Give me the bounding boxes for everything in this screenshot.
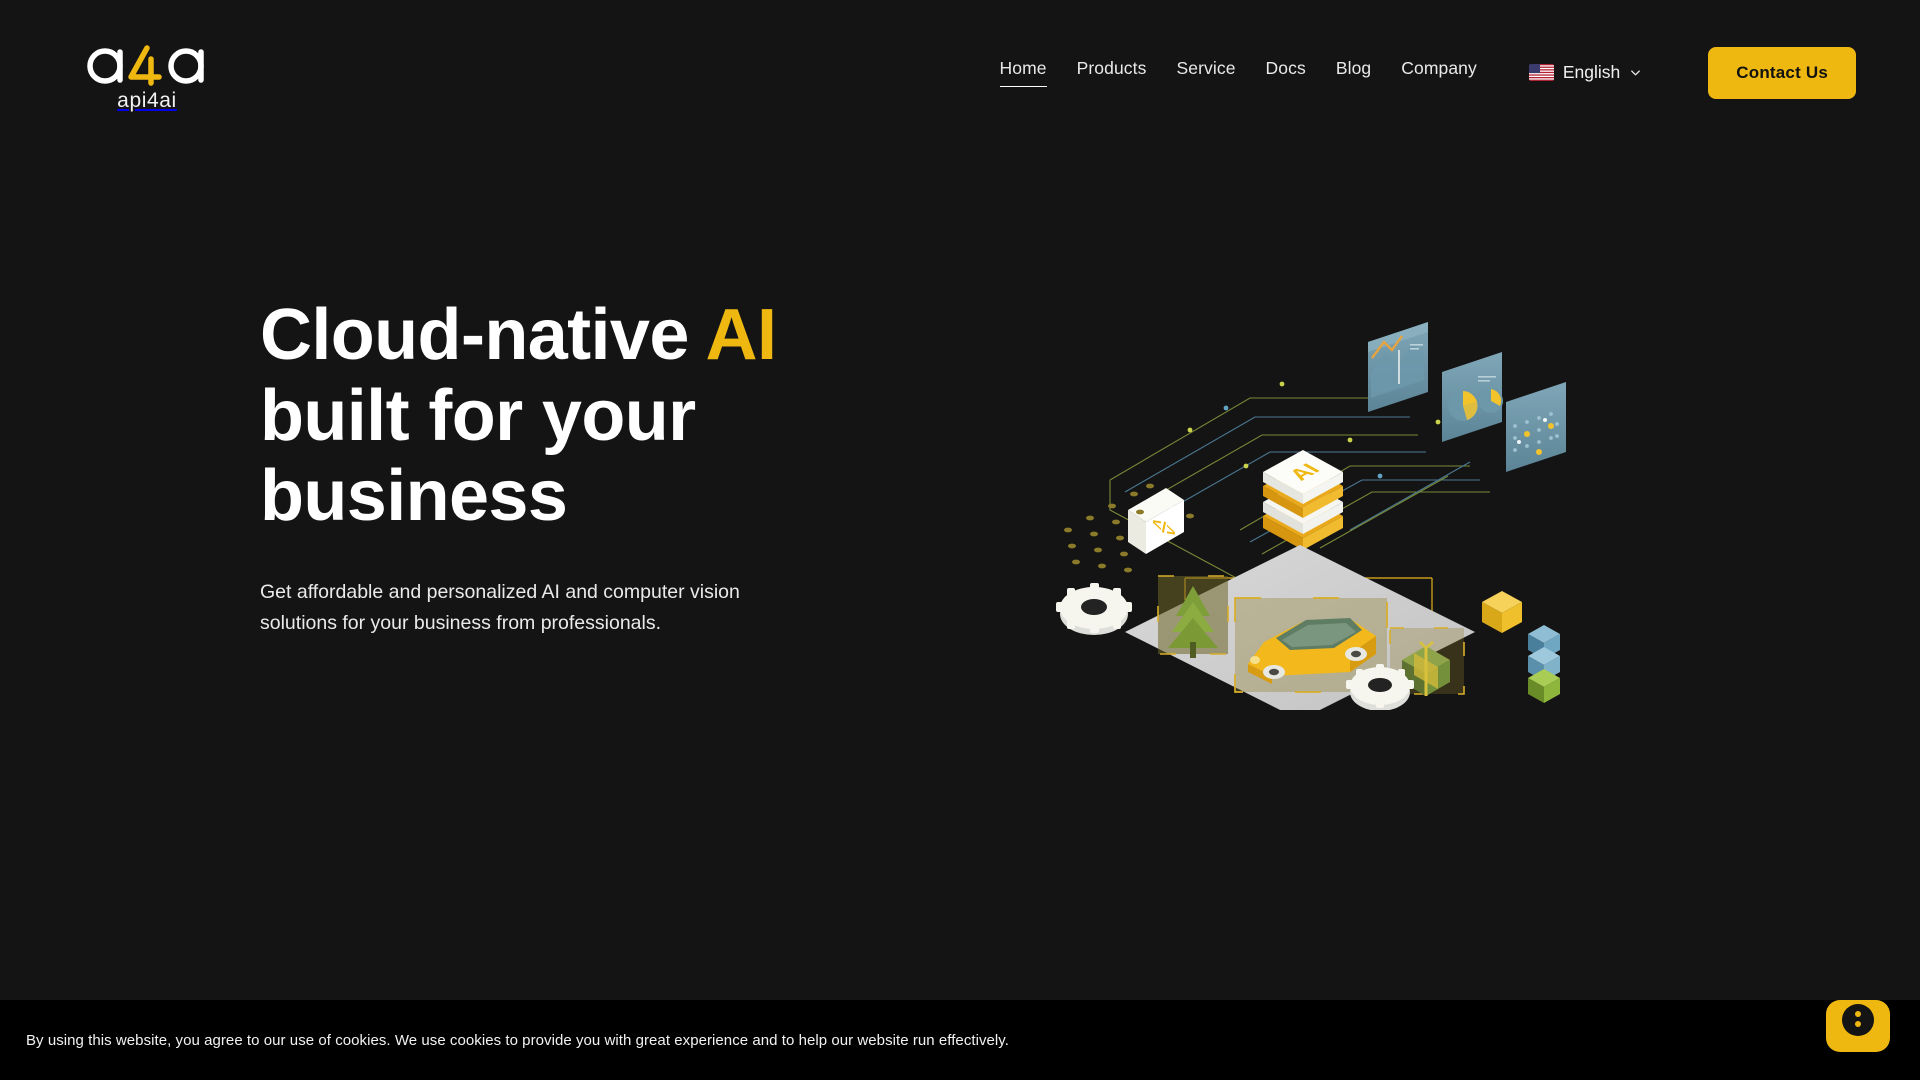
nav-item-blog[interactable]: Blog — [1336, 58, 1371, 87]
nav-item-docs[interactable]: Docs — [1266, 58, 1306, 87]
hero-subtitle: Get affordable and personalized AI and c… — [260, 580, 740, 635]
hero-illustration: AI </> — [1050, 280, 1570, 710]
language-label: English — [1562, 62, 1621, 82]
hero-title-line3: business — [260, 456, 568, 537]
contact-us-button[interactable]: Contact Us — [1708, 46, 1856, 99]
language-switcher[interactable]: English — [1528, 62, 1642, 83]
nav-item-home[interactable]: Home — [999, 58, 1047, 87]
gear-large — [1056, 583, 1132, 635]
chart-panel — [1368, 322, 1428, 412]
brand-wordmark: api4ai — [117, 88, 177, 112]
nav-item-service[interactable]: Service — [1176, 58, 1235, 87]
chat-bubble-icon — [1826, 1000, 1890, 1052]
hero-title-line2: built for your — [260, 375, 696, 456]
yellow-cube — [1482, 591, 1522, 633]
brand-logo[interactable]: api4ai — [72, 39, 222, 113]
pie-panel — [1442, 352, 1503, 442]
nav-item-products[interactable]: Products — [1077, 58, 1147, 87]
hero-title: Cloud-native AI built for your business — [260, 295, 980, 537]
cookie-consent-banner: By using this website, you agree to our … — [0, 1000, 1920, 1080]
hero-title-line1: Cloud-native — [260, 295, 706, 375]
gear-small — [1346, 664, 1414, 710]
chevron-down-icon — [1631, 70, 1641, 76]
a4a-logo-icon — [87, 44, 204, 86]
cube-stack — [1528, 625, 1560, 703]
nav-item-company[interactable]: Company — [1401, 58, 1477, 87]
code-card: </> — [1128, 488, 1184, 554]
cookie-consent-message: By using this website, you agree to our … — [26, 1031, 1009, 1049]
hero-title-accent: AI — [705, 295, 777, 375]
chat-widget-button[interactable] — [1822, 988, 1894, 1060]
us-flag-icon — [1528, 64, 1554, 81]
hero-copy: Cloud-native AI built for your business … — [260, 295, 980, 640]
hero-section: Cloud-native AI built for your business … — [0, 145, 1920, 1000]
site-header: api4ai Home Products Service Docs Blog C… — [0, 0, 1920, 145]
dot-grid-panel — [1506, 382, 1566, 472]
tree-object — [1157, 575, 1229, 658]
main-navigation: Home Products Service Docs Blog Company — [999, 58, 1477, 87]
ai-cube: AI — [1263, 450, 1343, 550]
